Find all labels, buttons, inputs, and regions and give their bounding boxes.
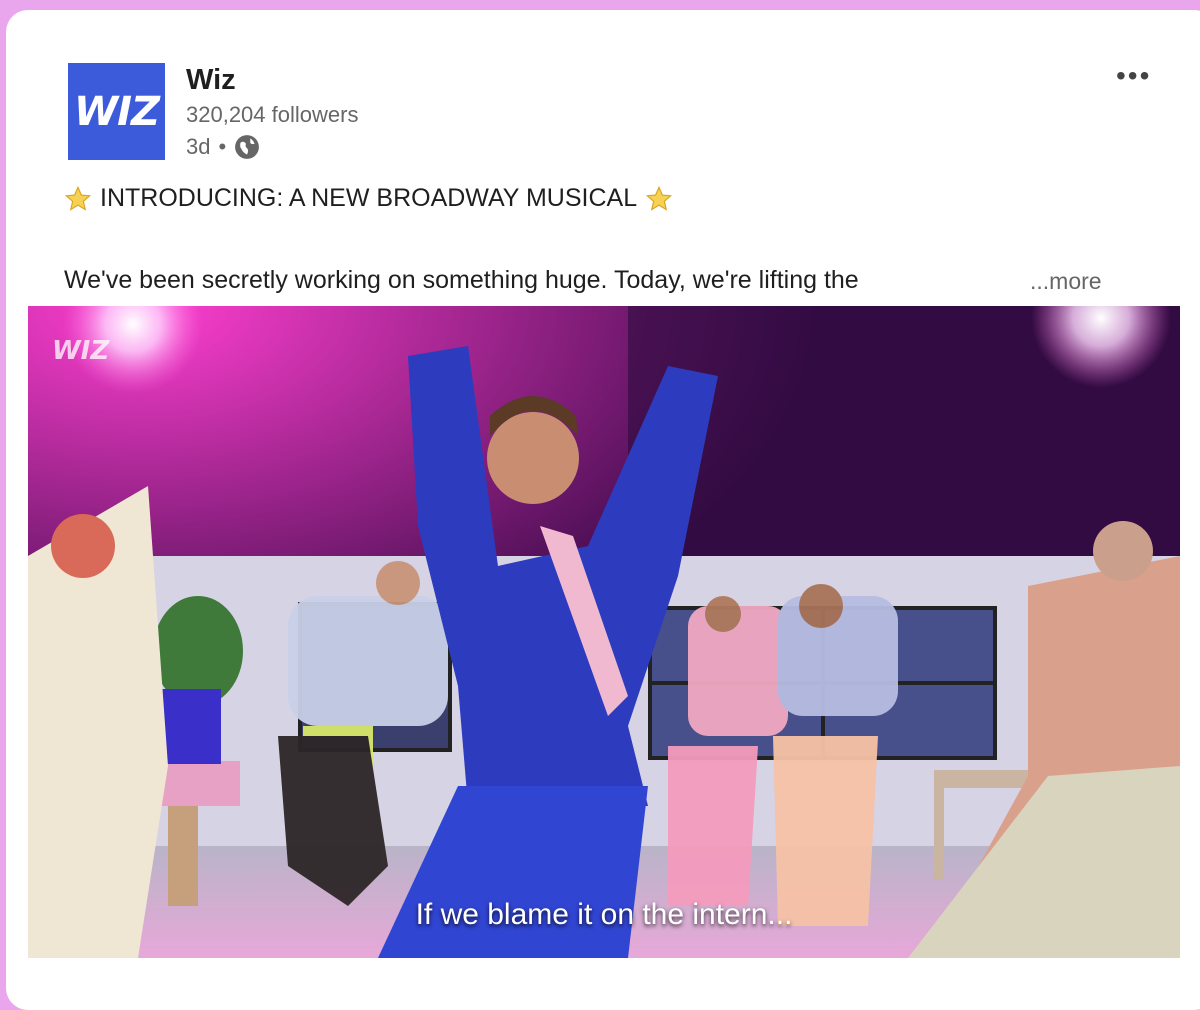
star-icon: [646, 185, 673, 211]
video-watermark: WIZ: [52, 336, 110, 366]
logo-text: WIZ: [73, 88, 160, 135]
author-name[interactable]: Wiz: [186, 64, 236, 97]
follower-count: 320,204 followers: [186, 102, 359, 127]
post-time: 3d: [186, 134, 211, 159]
post-body: We've been secretly working on something…: [64, 266, 859, 294]
post-headline: INTRODUCING: A NEW BROADWAY MUSICAL: [64, 184, 673, 213]
more-options-button[interactable]: •••: [1116, 60, 1151, 92]
video-subtitle: If we blame it on the intern...: [415, 898, 793, 931]
see-more-link[interactable]: ...more: [1030, 268, 1102, 295]
post-meta: 3d •: [186, 134, 260, 160]
video-player[interactable]: WIZ If we blame it on the intern...: [28, 306, 1180, 958]
star-icon: [64, 185, 92, 211]
video-frame: [28, 306, 1180, 958]
sparkle-icon: ✦: [163, 55, 175, 71]
company-logo[interactable]: WIZ ✦: [68, 55, 175, 160]
meta-separator: •: [218, 134, 227, 159]
globe-icon: [235, 135, 260, 159]
headline-text: INTRODUCING: A NEW BROADWAY MUSICAL: [100, 184, 638, 212]
